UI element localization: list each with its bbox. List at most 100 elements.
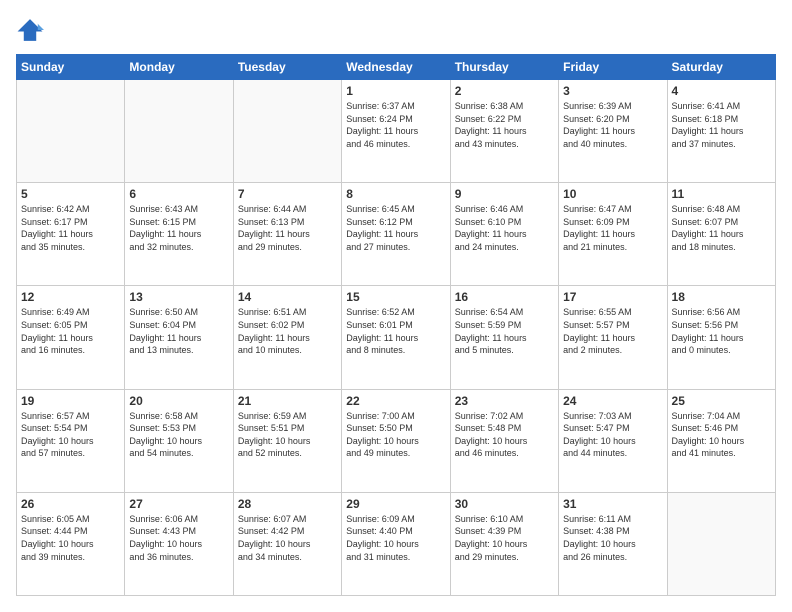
calendar-cell: 7 Sunrise: 6:44 AM Sunset: 6:13 PM Daylig… — [233, 183, 341, 286]
day-number: 11 — [672, 187, 771, 201]
calendar-cell: 16 Sunrise: 6:54 AM Sunset: 5:59 PM Dayli… — [450, 286, 558, 389]
day-info: Sunrise: 6:11 AM Sunset: 4:38 PM Dayligh… — [563, 513, 662, 563]
calendar-cell: 22Sunrise: 7:00 AM Sunset: 5:50 PM Dayli… — [342, 389, 450, 492]
day-number: 20 — [129, 394, 228, 408]
day-number: 24 — [563, 394, 662, 408]
calendar-cell: 1 Sunrise: 6:37 AM Sunset: 6:24 PM Daylig… — [342, 80, 450, 183]
logo-icon — [16, 16, 44, 44]
weekday-header-row: SundayMondayTuesdayWednesdayThursdayFrid… — [17, 55, 776, 80]
calendar-week-row: 19 Sunrise: 6:57 AM Sunset: 5:54 PM Dayli… — [17, 389, 776, 492]
day-number: 10 — [563, 187, 662, 201]
calendar-cell: 26 Sunrise: 6:05 AM Sunset: 4:44 PM Dayli… — [17, 492, 125, 595]
calendar-cell: 27Sunrise: 6:06 AM Sunset: 4:43 PM Dayli… — [125, 492, 233, 595]
day-number: 15 — [346, 290, 445, 304]
calendar-cell: 18 Sunrise: 6:56 AM Sunset: 5:56 PM Dayli… — [667, 286, 775, 389]
day-number: 26 — [21, 497, 120, 511]
day-number: 23 — [455, 394, 554, 408]
calendar-week-row: 12Sunrise: 6:49 AM Sunset: 6:05 PM Dayli… — [17, 286, 776, 389]
day-info: Sunrise: 6:44 AM Sunset: 6:13 PM Dayligh… — [238, 203, 337, 253]
day-info: Sunrise: 6:51 AM Sunset: 6:02 PM Dayligh… — [238, 306, 337, 356]
day-info: Sunrise: 6:39 AM Sunset: 6:20 PM Dayligh… — [563, 100, 662, 150]
calendar-cell: 20Sunrise: 6:58 AM Sunset: 5:53 PM Dayli… — [125, 389, 233, 492]
day-number: 18 — [672, 290, 771, 304]
day-number: 19 — [21, 394, 120, 408]
calendar-cell — [233, 80, 341, 183]
day-info: Sunrise: 6:49 AM Sunset: 6:05 PM Dayligh… — [21, 306, 120, 356]
calendar-cell — [125, 80, 233, 183]
calendar-cell — [17, 80, 125, 183]
day-number: 9 — [455, 187, 554, 201]
day-number: 25 — [672, 394, 771, 408]
calendar-cell: 11 Sunrise: 6:48 AM Sunset: 6:07 PM Dayli… — [667, 183, 775, 286]
day-number: 16 — [455, 290, 554, 304]
calendar-cell: 21 Sunrise: 6:59 AM Sunset: 5:51 PM Dayli… — [233, 389, 341, 492]
calendar-cell: 17 Sunrise: 6:55 AM Sunset: 5:57 PM Dayli… — [559, 286, 667, 389]
day-info: Sunrise: 6:56 AM Sunset: 5:56 PM Dayligh… — [672, 306, 771, 356]
day-info: Sunrise: 6:57 AM Sunset: 5:54 PM Dayligh… — [21, 410, 120, 460]
weekday-header-monday: Monday — [125, 55, 233, 80]
day-info: Sunrise: 6:43 AM Sunset: 6:15 PM Dayligh… — [129, 203, 228, 253]
day-info: Sunrise: 6:06 AM Sunset: 4:43 PM Dayligh… — [129, 513, 228, 563]
calendar-cell: 2Sunrise: 6:38 AM Sunset: 6:22 PM Daylig… — [450, 80, 558, 183]
calendar-week-row: 26 Sunrise: 6:05 AM Sunset: 4:44 PM Dayli… — [17, 492, 776, 595]
day-info: Sunrise: 6:54 AM Sunset: 5:59 PM Dayligh… — [455, 306, 554, 356]
calendar-cell: 23Sunrise: 7:02 AM Sunset: 5:48 PM Dayli… — [450, 389, 558, 492]
logo — [16, 16, 46, 44]
weekday-header-friday: Friday — [559, 55, 667, 80]
day-number: 7 — [238, 187, 337, 201]
calendar-cell: 30 Sunrise: 6:10 AM Sunset: 4:39 PM Dayli… — [450, 492, 558, 595]
weekday-header-sunday: Sunday — [17, 55, 125, 80]
day-number: 1 — [346, 84, 445, 98]
day-number: 13 — [129, 290, 228, 304]
day-info: Sunrise: 6:52 AM Sunset: 6:01 PM Dayligh… — [346, 306, 445, 356]
calendar-cell: 25 Sunrise: 7:04 AM Sunset: 5:46 PM Dayli… — [667, 389, 775, 492]
weekday-header-wednesday: Wednesday — [342, 55, 450, 80]
day-number: 8 — [346, 187, 445, 201]
calendar-week-row: 1 Sunrise: 6:37 AM Sunset: 6:24 PM Daylig… — [17, 80, 776, 183]
day-info: Sunrise: 6:41 AM Sunset: 6:18 PM Dayligh… — [672, 100, 771, 150]
header — [16, 16, 776, 44]
day-number: 31 — [563, 497, 662, 511]
calendar-cell: 31 Sunrise: 6:11 AM Sunset: 4:38 PM Dayli… — [559, 492, 667, 595]
calendar-cell: 12Sunrise: 6:49 AM Sunset: 6:05 PM Dayli… — [17, 286, 125, 389]
calendar-cell: 10Sunrise: 6:47 AM Sunset: 6:09 PM Dayli… — [559, 183, 667, 286]
calendar-cell: 14 Sunrise: 6:51 AM Sunset: 6:02 PM Dayli… — [233, 286, 341, 389]
day-info: Sunrise: 6:55 AM Sunset: 5:57 PM Dayligh… — [563, 306, 662, 356]
calendar-cell: 24 Sunrise: 7:03 AM Sunset: 5:47 PM Dayli… — [559, 389, 667, 492]
day-number: 3 — [563, 84, 662, 98]
calendar-cell — [667, 492, 775, 595]
day-number: 4 — [672, 84, 771, 98]
day-info: Sunrise: 7:00 AM Sunset: 5:50 PM Dayligh… — [346, 410, 445, 460]
day-number: 28 — [238, 497, 337, 511]
weekday-header-saturday: Saturday — [667, 55, 775, 80]
calendar-cell: 9 Sunrise: 6:46 AM Sunset: 6:10 PM Daylig… — [450, 183, 558, 286]
day-info: Sunrise: 6:48 AM Sunset: 6:07 PM Dayligh… — [672, 203, 771, 253]
calendar-cell: 8 Sunrise: 6:45 AM Sunset: 6:12 PM Daylig… — [342, 183, 450, 286]
day-info: Sunrise: 7:04 AM Sunset: 5:46 PM Dayligh… — [672, 410, 771, 460]
day-info: Sunrise: 6:46 AM Sunset: 6:10 PM Dayligh… — [455, 203, 554, 253]
day-info: Sunrise: 6:37 AM Sunset: 6:24 PM Dayligh… — [346, 100, 445, 150]
day-info: Sunrise: 7:03 AM Sunset: 5:47 PM Dayligh… — [563, 410, 662, 460]
calendar-cell: 29Sunrise: 6:09 AM Sunset: 4:40 PM Dayli… — [342, 492, 450, 595]
calendar-cell: 28Sunrise: 6:07 AM Sunset: 4:42 PM Dayli… — [233, 492, 341, 595]
calendar-cell: 5Sunrise: 6:42 AM Sunset: 6:17 PM Daylig… — [17, 183, 125, 286]
calendar-cell: 15 Sunrise: 6:52 AM Sunset: 6:01 PM Dayli… — [342, 286, 450, 389]
day-info: Sunrise: 6:10 AM Sunset: 4:39 PM Dayligh… — [455, 513, 554, 563]
day-number: 17 — [563, 290, 662, 304]
calendar-cell: 19 Sunrise: 6:57 AM Sunset: 5:54 PM Dayli… — [17, 389, 125, 492]
weekday-header-thursday: Thursday — [450, 55, 558, 80]
day-number: 14 — [238, 290, 337, 304]
day-number: 21 — [238, 394, 337, 408]
calendar-cell: 4 Sunrise: 6:41 AM Sunset: 6:18 PM Daylig… — [667, 80, 775, 183]
day-number: 2 — [455, 84, 554, 98]
day-number: 30 — [455, 497, 554, 511]
day-info: Sunrise: 6:45 AM Sunset: 6:12 PM Dayligh… — [346, 203, 445, 253]
page: SundayMondayTuesdayWednesdayThursdayFrid… — [0, 0, 792, 612]
day-info: Sunrise: 6:05 AM Sunset: 4:44 PM Dayligh… — [21, 513, 120, 563]
day-info: Sunrise: 6:50 AM Sunset: 6:04 PM Dayligh… — [129, 306, 228, 356]
calendar-cell: 13 Sunrise: 6:50 AM Sunset: 6:04 PM Dayli… — [125, 286, 233, 389]
calendar-cell: 3 Sunrise: 6:39 AM Sunset: 6:20 PM Daylig… — [559, 80, 667, 183]
weekday-header-tuesday: Tuesday — [233, 55, 341, 80]
day-info: Sunrise: 6:59 AM Sunset: 5:51 PM Dayligh… — [238, 410, 337, 460]
day-number: 29 — [346, 497, 445, 511]
